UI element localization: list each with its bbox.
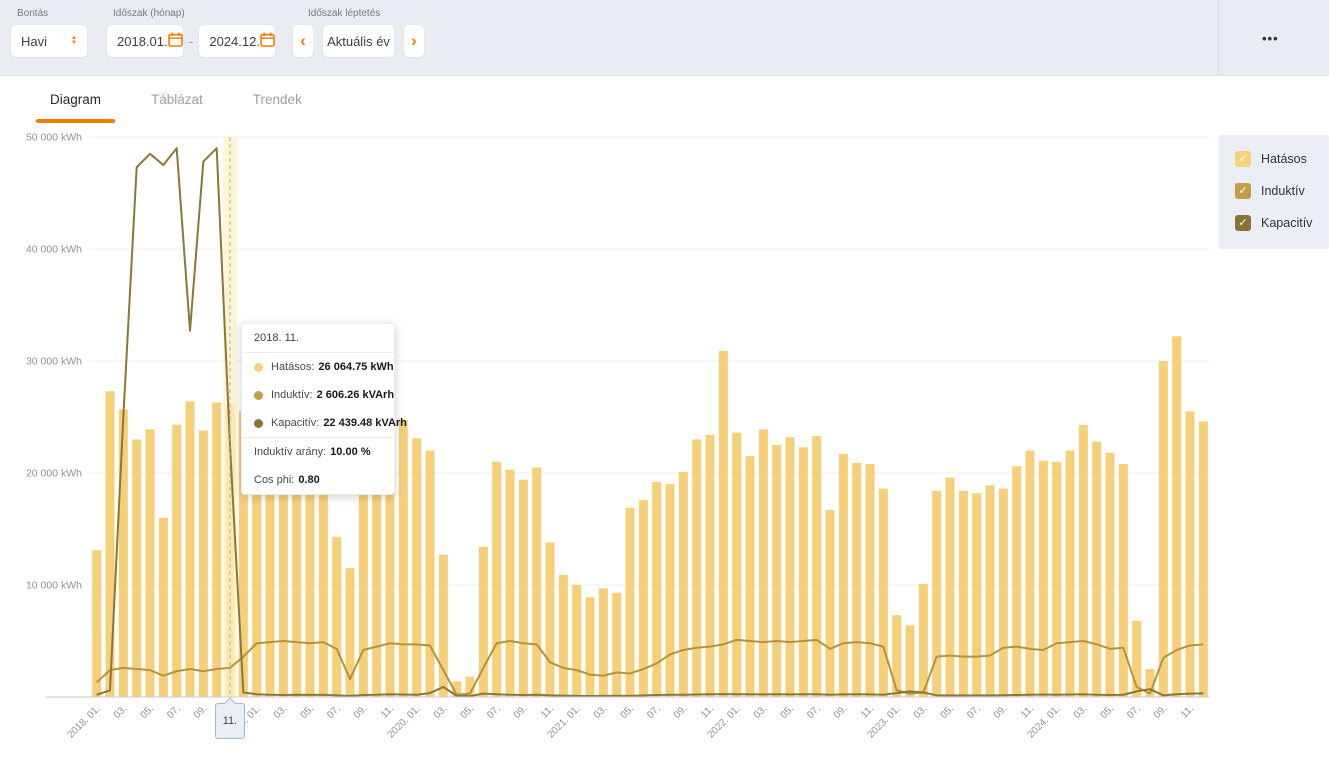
svg-text:05.: 05. <box>939 703 957 721</box>
checkbox-checked-icon[interactable]: ✓ <box>1235 215 1251 231</box>
bontas-select[interactable]: Havi ▲▼ <box>10 24 88 58</box>
calendar-icon[interactable] <box>168 32 183 50</box>
tab-trendek[interactable]: Trendek <box>239 77 316 123</box>
svg-text:03.: 03. <box>272 703 290 721</box>
bontas-group: Bontás Havi ▲▼ <box>10 6 88 58</box>
chart-area: 10 000 kWh 20 000 kWh 30 000 kWh 40 000 kWh… <box>0 125 1329 762</box>
svg-text:09.: 09. <box>352 703 370 721</box>
svg-text:07.: 07. <box>805 703 823 721</box>
current-year-button[interactable]: Aktuális év <box>322 24 395 58</box>
tooltip-row-induktiv: Induktív: 2 606.26 kVArh <box>242 381 394 409</box>
svg-text:09.: 09. <box>512 703 530 721</box>
chart-svg[interactable]: 10 000 kWh 20 000 kWh 30 000 kWh 40 000 kWh… <box>0 125 1329 762</box>
axis-pointer: 11. <box>215 703 245 739</box>
svg-text:11.: 11. <box>1019 703 1036 720</box>
svg-text:03.: 03. <box>432 703 450 721</box>
svg-text:09.: 09. <box>1152 703 1170 721</box>
svg-text:05.: 05. <box>619 703 637 721</box>
svg-text:11.: 11. <box>379 703 396 720</box>
tab-diagram[interactable]: Diagram <box>36 77 115 123</box>
chevron-right-icon: › <box>411 31 417 51</box>
chevron-left-icon: ‹ <box>300 31 306 51</box>
hatasos-dot-icon <box>254 363 263 372</box>
idoszak-label: Időszak (hónap) <box>113 8 276 19</box>
tab-tablazat[interactable]: Táblázat <box>137 77 217 123</box>
svg-text:03.: 03. <box>912 703 930 721</box>
svg-text:03.: 03. <box>592 703 610 721</box>
legend-item-kapacitiv[interactable]: ✓ Kapacitív <box>1219 207 1329 239</box>
svg-text:07.: 07. <box>325 703 343 721</box>
chart-tooltip: 2018. 11. Hatásos: 26 064.75 kWh Induktí… <box>241 323 395 495</box>
tooltip-title: 2018. 11. <box>242 324 394 353</box>
svg-text:50 000 kWh: 50 000 kWh <box>26 132 82 144</box>
svg-text:11.: 11. <box>699 703 716 720</box>
leptetes-group: Időszak léptetés ‹ Aktuális év › <box>292 6 425 58</box>
svg-text:07.: 07. <box>965 703 983 721</box>
next-period-button[interactable]: › <box>403 24 425 58</box>
svg-text:07.: 07. <box>485 703 503 721</box>
induktiv-dot-icon <box>254 391 263 400</box>
svg-text:07.: 07. <box>165 703 183 721</box>
date-to-value: 2024.12. <box>209 34 260 49</box>
svg-text:2018. 01.: 2018. 01. <box>66 703 103 740</box>
svg-text:09.: 09. <box>832 703 850 721</box>
tooltip-row-cosphi: Cos phi: 0.80 <box>242 466 394 494</box>
more-menu-button[interactable]: ••• <box>1256 27 1285 50</box>
svg-text:03.: 03. <box>112 703 130 721</box>
idoszak-group: Időszak (hónap) 2018.01. - 2024.12. <box>106 6 276 58</box>
date-from-value: 2018.01. <box>117 34 168 49</box>
toolbar-divider <box>1218 0 1219 76</box>
ellipsis-icon: ••• <box>1262 31 1279 46</box>
axis-pointer-label: 11. <box>223 715 237 727</box>
date-range-separator: - <box>189 34 193 49</box>
date-to-input[interactable]: 2024.12. <box>198 24 276 58</box>
svg-text:05.: 05. <box>139 703 157 721</box>
svg-text:05.: 05. <box>779 703 797 721</box>
leptetes-label: Időszak léptetés <box>308 8 425 19</box>
kapacitiv-dot-icon <box>254 419 263 428</box>
prev-period-button[interactable]: ‹ <box>292 24 314 58</box>
bontas-select-value: Havi <box>21 34 47 49</box>
svg-text:09.: 09. <box>992 703 1010 721</box>
tooltip-row-kapacitiv: Kapacitív: 22 439.48 kVArh <box>242 409 394 437</box>
svg-text:30 000 kWh: 30 000 kWh <box>26 356 82 368</box>
tab-bar: Diagram Táblázat Trendek <box>0 77 1329 123</box>
legend-item-induktiv[interactable]: ✓ Induktív <box>1219 175 1329 207</box>
svg-text:03.: 03. <box>1072 703 1090 721</box>
svg-text:05.: 05. <box>299 703 317 721</box>
select-arrows-icon: ▲▼ <box>71 36 77 46</box>
chart-legend: ✓ Hatásos ✓ Induktív ✓ Kapacitív <box>1219 135 1329 249</box>
svg-text:40 000 kWh: 40 000 kWh <box>26 244 82 256</box>
svg-text:05.: 05. <box>1099 703 1117 721</box>
bontas-label: Bontás <box>17 8 88 19</box>
tooltip-row-hatasos: Hatásos: 26 064.75 kWh <box>242 353 394 381</box>
svg-text:11.: 11. <box>1179 703 1196 720</box>
svg-text:20 000 kWh: 20 000 kWh <box>26 468 82 480</box>
svg-text:11.: 11. <box>859 703 876 720</box>
legend-item-hatasos[interactable]: ✓ Hatásos <box>1219 143 1329 175</box>
svg-text:09.: 09. <box>192 703 210 721</box>
checkbox-checked-icon[interactable]: ✓ <box>1235 183 1251 199</box>
svg-text:07.: 07. <box>1125 703 1143 721</box>
tooltip-row-arany: Induktív arány: 10.00 % <box>242 437 394 466</box>
svg-text:11.: 11. <box>539 703 556 720</box>
date-from-input[interactable]: 2018.01. <box>106 24 184 58</box>
svg-text:10 000 kWh: 10 000 kWh <box>26 580 82 592</box>
svg-text:05.: 05. <box>459 703 477 721</box>
svg-text:09.: 09. <box>672 703 690 721</box>
svg-text:03.: 03. <box>752 703 770 721</box>
checkbox-checked-icon[interactable]: ✓ <box>1235 151 1251 167</box>
svg-text:07.: 07. <box>645 703 663 721</box>
toolbar: Bontás Havi ▲▼ Időszak (hónap) 2018.01. <box>0 0 1329 76</box>
calendar-icon[interactable] <box>260 32 275 50</box>
